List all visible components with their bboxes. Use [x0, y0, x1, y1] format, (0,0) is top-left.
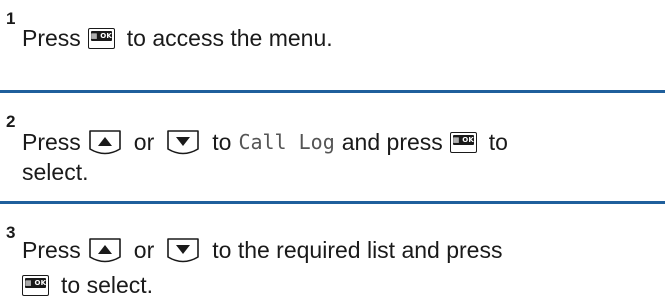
step-number: 2 — [6, 112, 16, 131]
step-text: or — [133, 129, 155, 155]
step-text: to the required list and press — [212, 237, 503, 263]
step-text: or — [133, 237, 155, 263]
step-text: to select. — [61, 272, 154, 298]
step-3: 3 Press or to the required list and pres… — [0, 204, 665, 300]
step-text: Press — [22, 237, 81, 263]
step-number: 3 — [6, 223, 16, 242]
menu-ok-button-icon: ▦ OK — [87, 27, 115, 49]
down-arrow-button-icon — [167, 130, 200, 155]
step-text: to — [212, 129, 232, 155]
step-text: select. — [22, 159, 89, 185]
step-2: 2 Press or to Call Log and press ▦ OK to… — [0, 93, 665, 200]
step-text: and press — [341, 129, 443, 155]
menu-item-name: Call Log — [238, 130, 335, 154]
step-text-line: ▦ OK to select. — [22, 270, 153, 300]
step-text-line: Press ▦ OK to access the menu. — [22, 23, 333, 53]
step-1: 1 Press ▦ OK to access the menu. — [0, 0, 665, 78]
up-arrow-button-icon — [88, 238, 121, 263]
step-text: to access the menu. — [126, 25, 333, 51]
down-arrow-button-icon — [167, 238, 200, 263]
menu-ok-button-icon: ▦ OK — [449, 131, 477, 153]
step-text-line: select. — [22, 157, 88, 187]
step-text-line: Press or to the required list and press — [22, 235, 502, 265]
menu-ok-button-icon: ▦ OK — [22, 274, 49, 296]
step-text: to — [488, 129, 508, 155]
step-number: 1 — [6, 9, 16, 28]
step-text: Press — [22, 25, 81, 51]
step-text: Press — [22, 129, 81, 155]
up-arrow-button-icon — [88, 130, 121, 155]
step-text-line: Press or to Call Log and press ▦ OK to — [22, 127, 508, 157]
